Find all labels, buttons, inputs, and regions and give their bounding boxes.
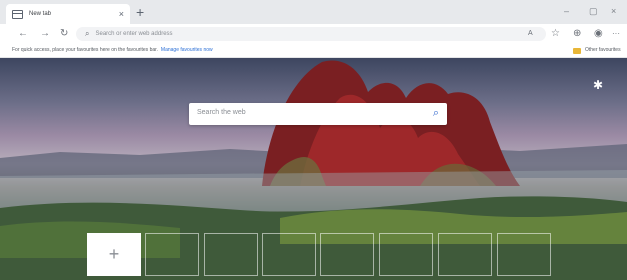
collections-icon[interactable]: ⊕: [573, 24, 581, 44]
read-aloud-icon[interactable]: A: [528, 24, 533, 44]
settings-gear-icon[interactable]: ✱: [593, 78, 603, 92]
minimize-button[interactable]: –: [564, 2, 569, 20]
tab-strip: New tab × + – ▢ ×: [0, 0, 627, 24]
quick-link-tile[interactable]: [497, 233, 551, 276]
quick-link-tile[interactable]: [379, 233, 433, 276]
address-input[interactable]: Search or enter web address: [95, 31, 172, 37]
favorites-hint: For quick access, place your favourites …: [12, 47, 213, 53]
refresh-icon[interactable]: ↻: [60, 24, 68, 44]
plus-icon: +: [108, 244, 120, 264]
web-search-box[interactable]: Search the web ⌕: [189, 103, 447, 125]
maximize-button[interactable]: ▢: [589, 2, 598, 20]
tab-close-icon[interactable]: ×: [119, 9, 124, 19]
quick-link-tile[interactable]: [262, 233, 316, 276]
manage-favourites-link[interactable]: Manage favourites now: [161, 47, 213, 53]
forward-icon[interactable]: →: [40, 24, 50, 44]
search-icon: ⌕: [85, 29, 90, 38]
new-tab-page: Search the web ⌕ ✱ +: [0, 58, 627, 280]
folder-icon: [573, 48, 581, 54]
tab-new-tab[interactable]: New tab ×: [6, 4, 130, 24]
address-bar[interactable]: ⌕ Search or enter web address: [76, 27, 546, 41]
quick-link-tile[interactable]: [145, 233, 199, 276]
add-quick-link-tile[interactable]: +: [87, 233, 141, 276]
quick-link-tile[interactable]: [204, 233, 258, 276]
page-icon: [12, 9, 23, 19]
quick-link-tile[interactable]: [320, 233, 374, 276]
profile-icon[interactable]: ◉: [594, 24, 603, 44]
back-icon[interactable]: ←: [18, 24, 28, 44]
other-favourites[interactable]: Other favourites: [585, 47, 621, 53]
toolbar: ← → ↻ ⌕ Search or enter web address A ☆ …: [0, 24, 627, 44]
favorites-bar: For quick access, place your favourites …: [0, 44, 627, 58]
favorites-star-icon[interactable]: ☆: [551, 24, 560, 44]
search-icon[interactable]: ⌕: [433, 106, 439, 120]
web-search-input[interactable]: Search the web: [197, 109, 246, 116]
tab-title: New tab: [29, 11, 52, 17]
close-window-button[interactable]: ×: [611, 2, 616, 20]
more-menu-icon[interactable]: ···: [612, 24, 620, 44]
new-tab-button[interactable]: +: [136, 3, 144, 21]
favorites-hint-text: For quick access, place your favourites …: [12, 47, 158, 53]
quick-link-tile[interactable]: [438, 233, 492, 276]
